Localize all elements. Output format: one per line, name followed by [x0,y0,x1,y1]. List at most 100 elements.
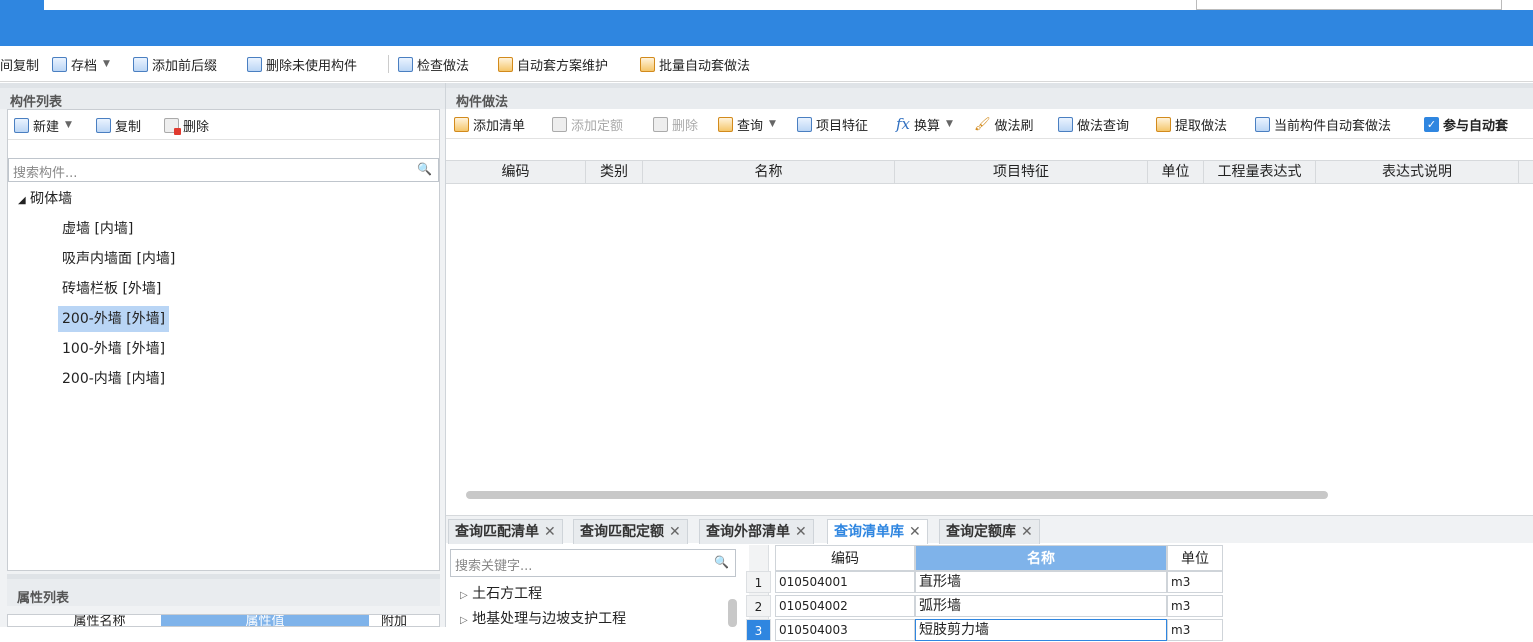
batch-auto-apply-button[interactable]: 批量自动套做法 [640,55,750,74]
col-expression-desc[interactable]: 表达式说明 [1316,161,1519,183]
collapse-triangle-icon[interactable]: ◢ [18,195,26,206]
query-button[interactable]: 查询 ▼ [718,115,776,134]
copy-component-label: 复制 [115,119,142,135]
lib-cell-code[interactable]: 010504001 [775,571,915,593]
search-icon[interactable]: 🔍 [417,162,432,176]
checkbox-checked-icon[interactable]: ✓ [1424,116,1439,132]
close-icon[interactable]: ✕ [1021,524,1033,540]
delete-component-button[interactable]: 删除 [164,116,210,135]
close-icon[interactable]: ✕ [669,524,681,540]
feature-icon [797,116,812,132]
auto-plan-maintain-button[interactable]: 自动套方案维护 [498,55,608,74]
add-quota-button[interactable]: 添加定额 [552,115,623,134]
add-prefix-suffix-button[interactable]: 添加前后缀 [133,55,217,74]
tree-item[interactable]: 砖墙栏板 [外墙] [62,276,161,302]
library-search-input[interactable]: 搜索关键字... 🔍 [450,549,736,577]
method-brush-label: 做法刷 [994,118,1034,134]
conversion-button[interactable]: fx 换算 ▼ [896,115,953,134]
tree-root-masonry-wall[interactable]: ◢ 砌体墙 [18,186,72,212]
tab-query-quota-library[interactable]: 查询定额库 ✕ [939,519,1040,544]
lib-col-name[interactable]: 名称 [915,545,1167,571]
component-method-panel: 构件做法 添加清单 添加定额 删除 查询 ▼ 项目特征 fx 换算 ▼ 🖌 做法刷 [445,83,1533,641]
archive-icon [52,56,67,72]
current-auto-apply-button[interactable]: 当前构件自动套做法 [1255,115,1391,134]
method-query-button[interactable]: 做法查询 [1058,115,1130,134]
col-code[interactable]: 编码 [446,161,586,183]
participate-auto-checkbox[interactable]: ✓ 参与自动套 [1424,115,1508,134]
lib-cell-unit[interactable]: m3 [1167,619,1223,641]
global-search-box[interactable] [1196,0,1502,10]
lib-col-code[interactable]: 编码 [775,545,915,571]
method-query-icon [1058,116,1073,132]
expand-triangle-icon[interactable]: ▷ [460,590,468,601]
horizontal-scrollbar[interactable] [466,491,1328,499]
col-unit[interactable]: 单位 [1148,161,1204,183]
item-feature-button[interactable]: 项目特征 [797,115,869,134]
delete-unused-button[interactable]: 删除未使用构件 [247,55,357,74]
tab-query-external-list[interactable]: 查询外部清单 ✕ [699,519,814,544]
library-search-placeholder: 搜索关键字... [455,559,533,574]
copy-icon [96,117,111,133]
method-query-label: 做法查询 [1077,118,1130,134]
lib-cell-name[interactable]: 短肢剪力墙 [915,619,1167,641]
close-icon[interactable]: ✕ [544,524,556,540]
item-feature-label: 项目特征 [816,118,869,134]
delete-component-label: 删除 [183,119,210,135]
delete-method-button[interactable]: 删除 [653,115,699,134]
lib-cell-code[interactable]: 010504002 [775,595,915,617]
prop-name-header: 属性名称 [73,614,126,627]
extract-method-button[interactable]: 提取做法 [1156,115,1227,134]
tree-item[interactable]: 200-内墙 [内墙] [62,366,165,392]
archive-button[interactable]: 存档 ▼ [52,55,110,74]
tree-item[interactable]: 100-外墙 [外墙] [62,336,165,362]
lib-cell-unit[interactable]: m3 [1167,595,1223,617]
delete-icon [164,117,181,135]
copy-button[interactable]: 间复制 [0,55,39,74]
delete-method-label: 删除 [672,118,699,134]
check-method-button[interactable]: 检查做法 [398,55,469,74]
col-name[interactable]: 名称 [643,161,895,183]
col-category[interactable]: 类别 [586,161,643,183]
query-label: 查询 [737,118,764,134]
tab-query-match-quota[interactable]: 查询匹配定额 ✕ [573,519,688,544]
new-file-icon [14,117,29,133]
component-search-input[interactable]: 搜索构件... 🔍 [8,158,439,182]
new-label: 新建 [33,119,60,135]
component-search-placeholder: 搜索构件... [13,166,78,181]
lib-cell-unit[interactable]: m3 [1167,571,1223,593]
col-expression[interactable]: 工程量表达式 [1204,161,1316,183]
tab-label: 查询匹配清单 [455,524,539,540]
new-component-button[interactable]: 新建 ▼ [14,116,72,135]
title-bar [0,0,1533,46]
tab-label: 查询清单库 [834,524,904,540]
tree-item[interactable]: 虚墙 [内墙] [62,216,133,242]
lib-cell-code[interactable]: 010504003 [775,619,915,641]
tab-label: 查询定额库 [946,524,1016,540]
query-icon [718,116,733,132]
tree-item-selected[interactable]: 200-外墙 [外墙] [58,306,170,332]
tree-item[interactable]: 吸声内墙面 [内墙] [62,246,175,272]
chevron-down-icon: ▼ [65,120,72,130]
tab-label: 查询外部清单 [706,524,790,540]
lib-col-unit[interactable]: 单位 [1167,545,1223,571]
method-brush-button[interactable]: 🖌 做法刷 [974,115,1034,134]
property-list-title: 属性列表 [7,574,440,606]
row-number: 2 [746,595,771,617]
component-list-panel: 构件列表 新建 ▼ 复制 删除 搜索构件... 🔍 ◢ 砌体墙 虚墙 [内墙] 吸… [0,83,445,627]
search-icon[interactable]: 🔍 [714,555,729,569]
close-icon[interactable]: ✕ [795,524,807,540]
tab-query-match-list[interactable]: 查询匹配清单 ✕ [448,519,563,544]
active-menu-tab[interactable] [0,0,44,10]
add-list-button[interactable]: 添加清单 [454,115,525,134]
copy-component-button[interactable]: 复制 [96,116,142,135]
library-tree-scrollbar[interactable] [728,599,737,627]
tab-query-list-library[interactable]: 查询清单库 ✕ [827,519,928,544]
lib-cell-name[interactable]: 弧形墙 [915,595,1167,617]
expand-triangle-icon[interactable]: ▷ [460,615,468,626]
chevron-down-icon: ▼ [946,119,953,129]
col-feature[interactable]: 项目特征 [895,161,1148,183]
lib-cell-name[interactable]: 直形墙 [915,571,1167,593]
library-tree-item[interactable]: ▷ 土石方工程 [460,583,542,605]
menu-strip [0,0,1533,10]
close-icon[interactable]: ✕ [909,524,921,540]
